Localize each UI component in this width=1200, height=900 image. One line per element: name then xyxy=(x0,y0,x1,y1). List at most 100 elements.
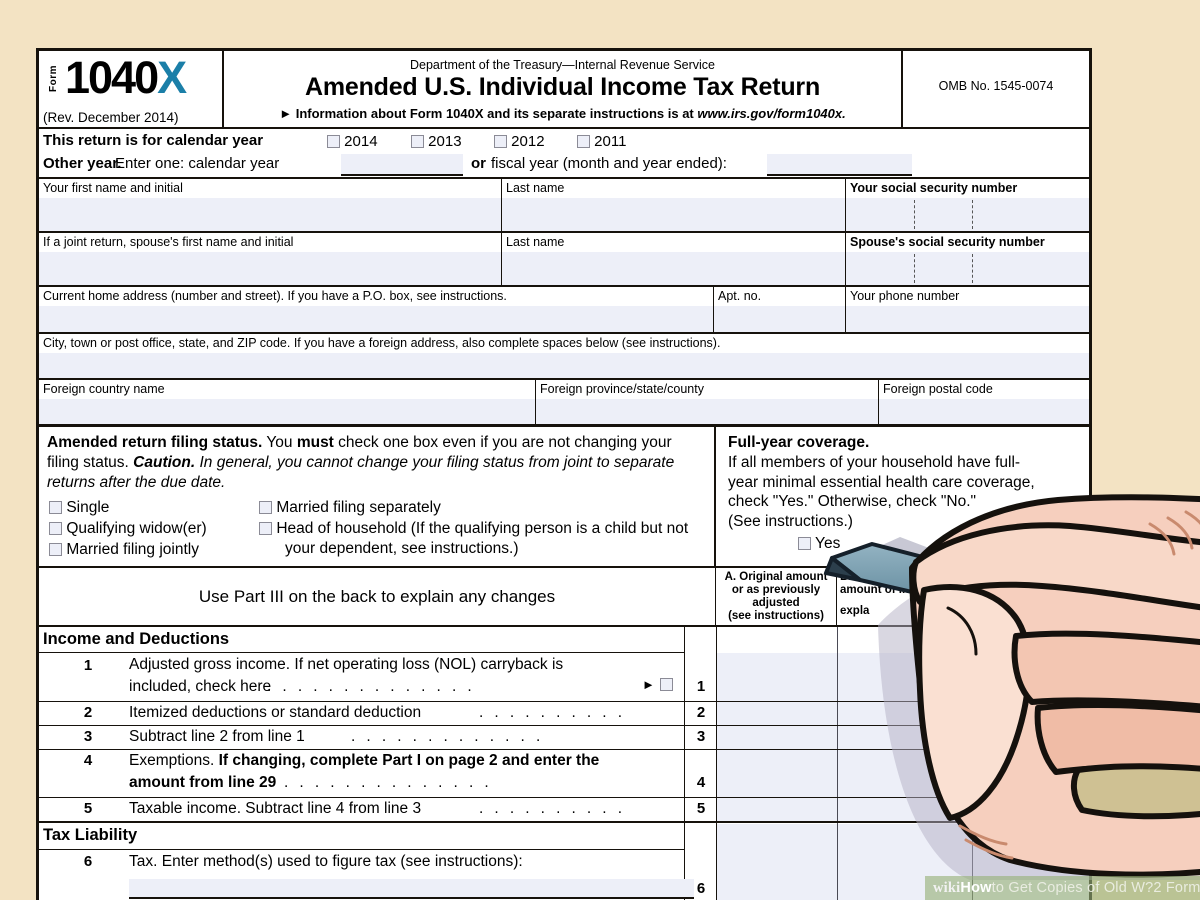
form-word-label: Form xyxy=(48,65,59,92)
checkbox-year-2012[interactable] xyxy=(494,135,507,148)
phone-input[interactable] xyxy=(846,306,1089,332)
other-year-input[interactable] xyxy=(341,154,463,176)
line-3-rownum: 3 xyxy=(696,728,706,745)
line-1-arrow-icon: ► xyxy=(642,677,655,692)
foreign-province-label: Foreign province/state/county xyxy=(540,382,704,396)
foreign-province-cell: Foreign province/state/county xyxy=(536,380,879,424)
wikihow-watermark: wiki How to Get Copies of Old W?2 Forms xyxy=(925,876,1200,900)
year-2012-label: 2012 xyxy=(511,133,545,150)
line-6-method-input[interactable] xyxy=(129,879,694,899)
fiscal-year-bold: or xyxy=(471,155,486,172)
spouse-ssn-input[interactable] xyxy=(846,252,1089,285)
option-single-label: Single xyxy=(66,499,110,517)
spouse-last-name-cell: Last name xyxy=(502,233,846,285)
spouse-ssn-cell: Spouse's social security number xyxy=(846,233,1089,285)
ring-finger xyxy=(1034,702,1200,775)
line-6-col-a-input[interactable] xyxy=(717,879,837,900)
line-2-dots: . . . . . . . . . . xyxy=(479,704,626,721)
spouse-last-name-input[interactable] xyxy=(502,252,845,285)
part3-note: Use Part III on the back to explain any … xyxy=(198,586,556,606)
screenshot-root: Form 1040X (Rev. December 2014) Departme… xyxy=(0,0,1200,900)
apt-no-input[interactable] xyxy=(714,306,845,332)
omb-block: OMB No. 1545-0074 xyxy=(903,51,1089,127)
form-revision-date: (Rev. December 2014) xyxy=(43,110,179,125)
column-a-line-3: adjusted xyxy=(752,596,800,609)
filing-status-heading: Amended return filing status. You must c… xyxy=(47,434,675,491)
foreign-postal-input[interactable] xyxy=(879,399,1089,424)
checkbox-single[interactable] xyxy=(49,501,62,515)
line-4-text-a: Exemptions. If changing, complete Part I… xyxy=(129,752,600,769)
tax-liability-col-a-spacer xyxy=(717,824,837,879)
other-year-row: Other year. Enter one: calendar year or … xyxy=(39,153,1089,179)
line-3-text: Subtract line 2 from line 1 xyxy=(129,728,305,745)
income-deductions-title: Income and Deductions xyxy=(43,630,230,648)
tax-liability-title: Tax Liability xyxy=(43,826,138,844)
fiscal-year-input[interactable] xyxy=(767,154,912,176)
form-number: 1040X xyxy=(65,52,187,103)
city-state-zip-input[interactable] xyxy=(39,353,1089,378)
omb-number: OMB No. 1545-0074 xyxy=(938,79,1054,93)
checkbox-married-jointly[interactable] xyxy=(49,543,62,557)
foreign-country-label: Foreign country name xyxy=(43,382,165,396)
spouse-first-name-input[interactable] xyxy=(39,252,501,285)
last-name-label: Last name xyxy=(506,181,565,195)
line-5-col-a-input[interactable] xyxy=(717,798,837,821)
divider-tax-title xyxy=(39,849,684,850)
spouse-first-name-cell: If a joint return, spouse's first name a… xyxy=(39,233,502,285)
line-4-col-a-input[interactable] xyxy=(717,750,837,797)
line-1-text-b: included, check here xyxy=(129,678,272,695)
line-5-text: Taxable income. Subtract line 4 from lin… xyxy=(129,800,422,817)
city-state-zip-label: City, town or post office, state, and ZI… xyxy=(43,336,721,350)
line-1-rownum: 1 xyxy=(696,678,706,695)
rule-linenum-left xyxy=(684,627,685,879)
phone-cell: Your phone number xyxy=(846,287,1089,332)
filing-status-options: Single Qualifying widow(er) Married fili… xyxy=(47,498,706,560)
form-title-block: Department of the Treasury—Internal Reve… xyxy=(224,51,903,127)
hand-holding-pen-illustration xyxy=(824,494,1200,880)
form-header: Form 1040X (Rev. December 2014) Departme… xyxy=(39,51,1089,129)
checkbox-qualifying-widow[interactable] xyxy=(49,522,62,536)
your-ssn-cell: Your social security number xyxy=(846,179,1089,231)
calendar-year-row: This return is for calendar year 2014 20… xyxy=(39,129,1089,153)
instructions-link-line: ► Information about Form 1040X and its s… xyxy=(279,106,846,121)
apt-no-label: Apt. no. xyxy=(718,289,762,303)
irs-url[interactable]: www.irs.gov/form1040x. xyxy=(697,106,845,121)
home-address-input[interactable] xyxy=(39,306,713,332)
line-4-number: 4 xyxy=(83,752,93,769)
line-4-rownum: 4 xyxy=(696,774,706,791)
department-label: Department of the Treasury—Internal Reve… xyxy=(409,58,715,72)
checkbox-coverage-yes[interactable] xyxy=(798,537,811,551)
line-2-rownum: 2 xyxy=(696,704,706,721)
line-1-checkbox[interactable] xyxy=(660,678,673,691)
checkbox-year-2011[interactable] xyxy=(577,135,590,148)
ssn-divider-2 xyxy=(972,200,973,229)
your-ssn-input[interactable] xyxy=(846,198,1089,231)
line-2-number: 2 xyxy=(83,704,93,721)
checkbox-year-2013[interactable] xyxy=(411,135,424,148)
finger-nail xyxy=(1070,763,1200,820)
first-name-cell: Your first name and initial xyxy=(39,179,502,231)
foreign-country-input[interactable] xyxy=(39,399,535,424)
divider-income-title xyxy=(39,652,684,653)
line-3-col-a-input[interactable] xyxy=(717,726,837,749)
middle-finger xyxy=(1011,630,1200,710)
line-4-text-b: amount from line 29 xyxy=(129,774,277,791)
checkbox-head-of-household[interactable] xyxy=(259,522,272,536)
last-name-input[interactable] xyxy=(502,198,845,231)
line-6-number: 6 xyxy=(83,853,93,870)
first-name-input[interactable] xyxy=(39,198,501,231)
line-6-rownum: 6 xyxy=(696,880,706,897)
line-2-col-a-input[interactable] xyxy=(717,702,837,725)
column-a-header: A. Original amount or as previously adju… xyxy=(716,568,837,625)
foreign-province-input[interactable] xyxy=(536,399,878,424)
line-4-dots: . . . . . . . . . . . . . . xyxy=(284,774,493,791)
year-2011-label: 2011 xyxy=(594,133,627,150)
other-year-bold-label: Other year. xyxy=(43,155,122,172)
column-a-line-2: or as previously xyxy=(731,583,821,596)
option-head-of-household-label: Head of household (If the qualifying per… xyxy=(276,520,689,538)
checkbox-year-2014[interactable] xyxy=(327,135,340,148)
line-5-dots: . . . . . . . . . . xyxy=(479,800,626,817)
checkbox-married-separately[interactable] xyxy=(259,501,272,515)
line-1-col-a-input[interactable] xyxy=(717,653,837,701)
year-2013-label: 2013 xyxy=(428,133,462,150)
